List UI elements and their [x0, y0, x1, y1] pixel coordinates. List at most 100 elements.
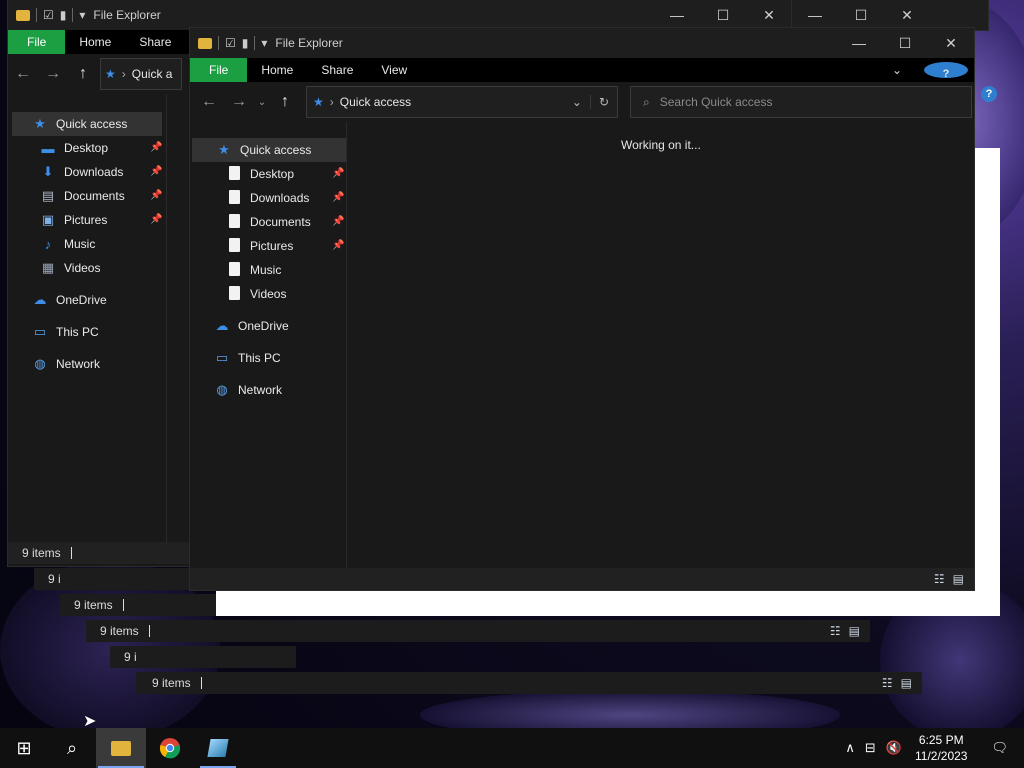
address-dropdown-icon[interactable]: ⌄ [572, 95, 590, 109]
cloud-icon: ☁ [215, 318, 229, 333]
clock[interactable]: 6:25 PM 11/2/2023 [907, 732, 976, 764]
back-arrow-icon[interactable]: ← [8, 65, 38, 83]
pin-icon[interactable]: 📌 [332, 216, 344, 227]
notifications-icon[interactable]: 🗨 [975, 740, 1024, 756]
properties-icon[interactable]: ☑ [225, 36, 236, 50]
nav-item-documents[interactable]: ▤ Documents [40, 184, 125, 208]
maximize-button[interactable]: ☐ [700, 0, 746, 30]
content-area[interactable]: Working on it... [347, 122, 974, 568]
pin-icon[interactable]: 📌 [332, 168, 344, 179]
large-icons-view-icon[interactable]: ▤ [849, 624, 860, 638]
chevron-up-icon[interactable]: ∧ [840, 740, 860, 756]
help-icon[interactable]: ? [924, 62, 968, 80]
tab-share[interactable]: Share [125, 30, 185, 54]
documents-icon: ▤ [41, 188, 55, 203]
details-view-icon[interactable]: ☷ [934, 572, 945, 586]
recent-locations-icon[interactable]: ⌄ [254, 97, 270, 108]
chevron-down-icon[interactable]: ▾ [79, 8, 85, 22]
title-bar[interactable]: ☑ ▮ ▾ File Explorer — ☐ ✕ [190, 28, 974, 58]
items-count: 9 i [124, 650, 137, 664]
folder-icon [111, 740, 131, 756]
nav-item-videos[interactable]: ▦ Videos [40, 256, 101, 280]
new-folder-icon[interactable]: ▮ [60, 8, 67, 22]
large-icons-view-icon[interactable]: ▤ [901, 676, 912, 690]
tab-home[interactable]: Home [65, 30, 125, 54]
up-arrow-icon[interactable]: ↑ [68, 65, 98, 83]
nav-this-pc[interactable]: ▭ This PC [214, 346, 281, 370]
title-bar[interactable]: ☑ ▮ ▾ File Explorer — ☐ ✕ [8, 0, 792, 30]
network-status-icon[interactable]: ⊟ [860, 740, 881, 756]
pin-icon[interactable]: 📌 [150, 214, 162, 225]
tab-home[interactable]: Home [247, 58, 307, 82]
search-input[interactable]: Search Quick access [660, 95, 773, 109]
properties-icon[interactable]: ☑ [43, 8, 54, 22]
taskbar-search-button[interactable]: ⌕ [48, 728, 96, 768]
nav-item-desktop[interactable]: Desktop [226, 162, 294, 186]
taskbar-file-explorer[interactable] [96, 728, 146, 768]
maximize-button[interactable]: ☐ [838, 0, 884, 30]
nav-item-desktop[interactable]: ▬ Desktop [40, 136, 109, 160]
nav-item-videos[interactable]: Videos [226, 282, 286, 306]
nav-item-music[interactable]: Music [226, 258, 281, 282]
clock-time: 6:25 PM [918, 733, 964, 747]
nav-onedrive[interactable]: ☁ OneDrive [32, 288, 107, 312]
minimize-button[interactable]: — [836, 28, 882, 58]
close-button[interactable]: ✕ [928, 28, 974, 58]
nav-quick-access[interactable]: ★ Quick access [192, 138, 346, 162]
pin-icon[interactable]: 📌 [332, 240, 344, 251]
nav-network[interactable]: ◍ Network [32, 352, 100, 376]
refresh-icon[interactable]: ↻ [589, 95, 617, 109]
taskbar-app[interactable] [194, 728, 242, 768]
minimize-button[interactable]: — [654, 0, 700, 30]
pin-icon[interactable]: 📌 [332, 192, 344, 203]
tab-file[interactable]: File [8, 30, 66, 54]
pin-icon[interactable]: 📌 [150, 190, 162, 201]
address-bar[interactable]: ★ › Quick access ⌄ ↻ [306, 86, 618, 118]
status-bar: ☷ ▤ [190, 568, 974, 590]
maximize-button[interactable]: ☐ [882, 28, 928, 58]
minimize-button[interactable]: — [792, 0, 838, 30]
nav-quick-access[interactable]: ★ Quick access [12, 112, 162, 136]
nav-item-pictures[interactable]: Pictures [226, 234, 293, 258]
nav-item-downloads[interactable]: Downloads [226, 186, 309, 210]
new-folder-icon[interactable]: ▮ [242, 36, 249, 50]
large-icons-view-icon[interactable]: ▤ [953, 572, 964, 586]
expand-ribbon-icon[interactable]: ⌄ [878, 58, 916, 82]
chevron-down-icon[interactable]: ▾ [261, 36, 267, 50]
taskbar-chrome[interactable] [146, 728, 194, 768]
quick-access-icon: ★ [34, 116, 46, 131]
tab-share[interactable]: Share [307, 58, 367, 82]
help-button[interactable]: ? [978, 84, 1000, 104]
items-count: 9 items [22, 546, 61, 560]
forward-arrow-icon[interactable]: → [224, 93, 254, 111]
up-arrow-icon[interactable]: ↑ [270, 93, 300, 111]
document-icon [228, 189, 240, 204]
details-view-icon[interactable]: ☷ [830, 624, 841, 638]
forward-arrow-icon[interactable]: → [38, 65, 68, 83]
details-view-icon[interactable]: ☷ [882, 676, 893, 690]
tab-file[interactable]: File [190, 58, 248, 82]
folder-icon [16, 9, 30, 21]
volume-muted-icon[interactable]: 🔇 [881, 740, 907, 756]
nav-item-downloads[interactable]: ⬇ Downloads [40, 160, 124, 184]
close-button[interactable]: ✕ [746, 0, 792, 30]
pin-icon[interactable]: 📌 [150, 166, 162, 177]
close-button[interactable]: ✕ [884, 0, 930, 30]
background-window-status-bar: 9 i [110, 646, 296, 668]
back-arrow-icon[interactable]: ← [194, 93, 224, 111]
search-box[interactable]: ⌕ Search Quick access [630, 86, 972, 118]
address-bar[interactable]: ★ › Quick a [100, 58, 182, 90]
computer-icon: ▭ [33, 324, 47, 339]
ribbon-tabs: File Home Share View ⌄ ? [190, 58, 974, 82]
pin-icon[interactable]: 📌 [150, 142, 162, 153]
pictures-icon: ▣ [41, 212, 55, 227]
nav-item-pictures[interactable]: ▣ Pictures [40, 208, 108, 232]
nav-item-music[interactable]: ♪ Music [40, 232, 96, 256]
nav-this-pc[interactable]: ▭ This PC [32, 320, 99, 344]
tab-view[interactable]: View [367, 58, 421, 82]
clock-date: 11/2/2023 [914, 749, 968, 763]
start-button[interactable]: ⊞ [0, 728, 48, 768]
nav-network[interactable]: ◍ Network [214, 378, 282, 402]
nav-onedrive[interactable]: ☁ OneDrive [214, 314, 289, 338]
nav-item-documents[interactable]: Documents [226, 210, 311, 234]
